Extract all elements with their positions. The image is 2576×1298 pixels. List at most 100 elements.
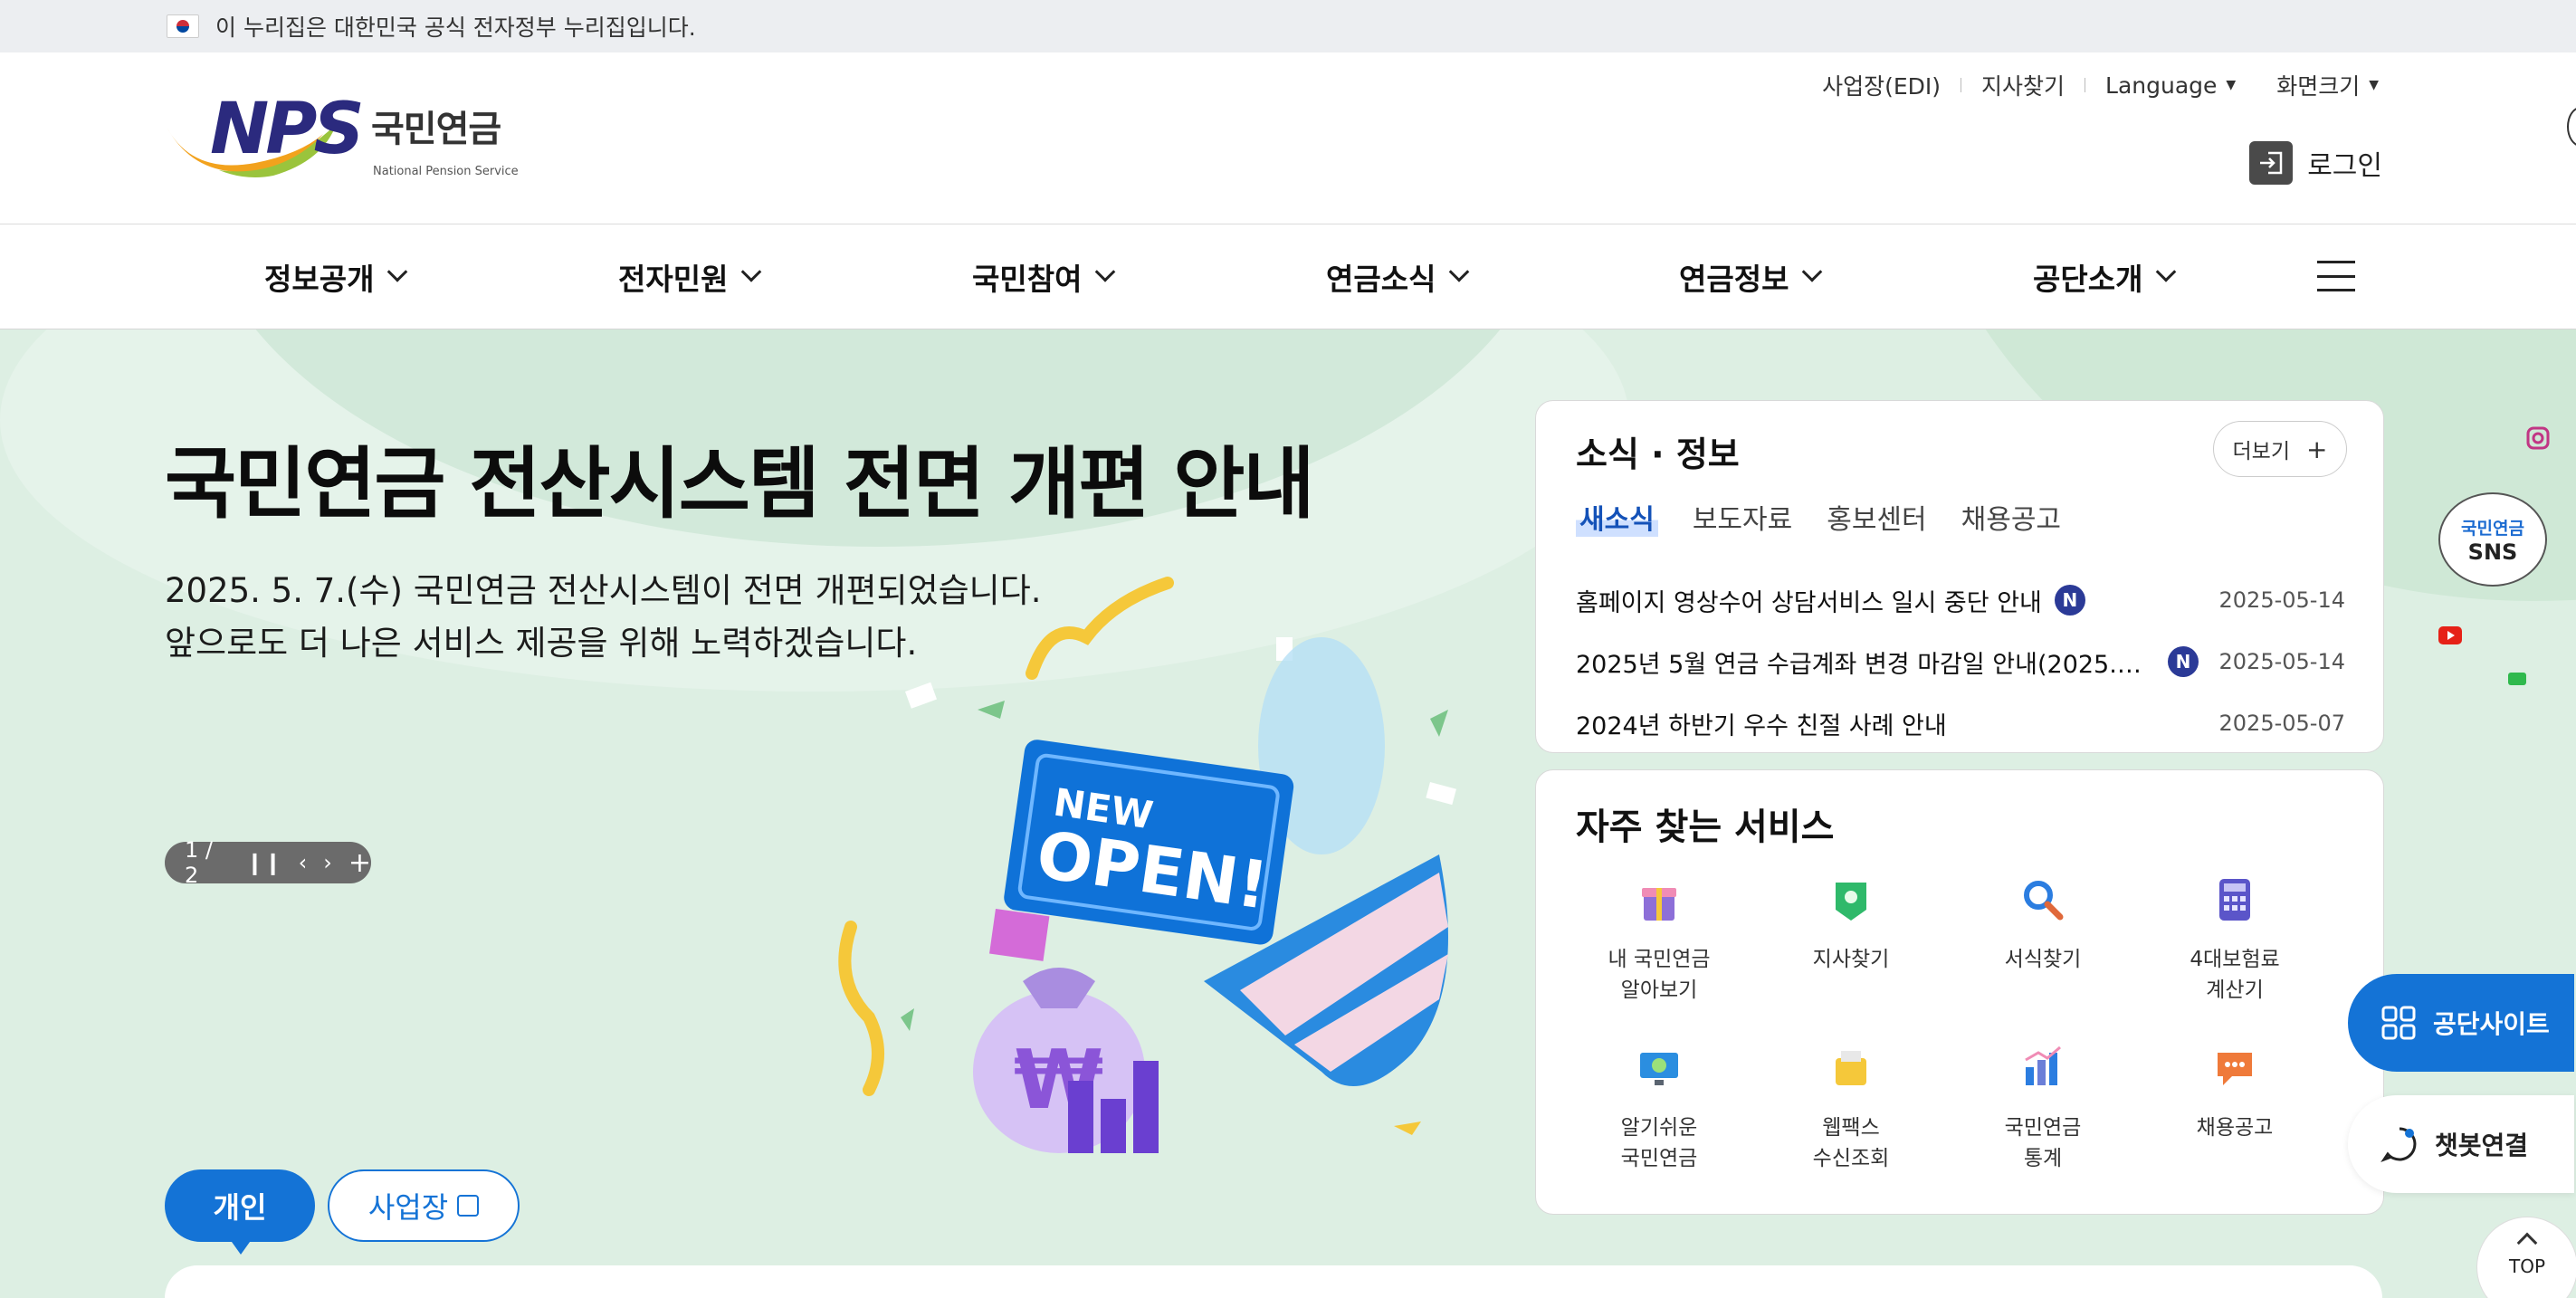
login-button[interactable]: 로그인 [2249, 141, 2382, 185]
logo-korean-name: 국민연금 [371, 109, 501, 150]
tab-business[interactable]: 사업장 [328, 1169, 520, 1242]
chevron-down-icon [1802, 262, 1823, 282]
external-link-icon [457, 1195, 480, 1217]
plus-icon[interactable]: + [348, 847, 371, 879]
login-label: 로그인 [2307, 150, 2382, 182]
news-item[interactable]: 홈페이지 영상수어 상담서비스 일시 중단 안내 N 2025-05-14 [1576, 569, 2345, 631]
nav-item-pension-news[interactable]: 연금소식 [1326, 224, 1470, 329]
bar-chart-icon [2025, 1045, 2061, 1085]
news-item-title: 2025년 5월 연금 수급계좌 변경 마감일 안내(2025.5.23.) [1576, 650, 2155, 679]
gov-banner: 이 누리집은 대한민국 공식 전자정부 누리집입니다. [0, 0, 2576, 52]
top-label: TOP [2508, 1255, 2546, 1277]
grid-icon [2381, 1006, 2416, 1040]
chatbot-icon [2380, 1127, 2417, 1163]
service-insurance-calculator[interactable]: 4대보험료 계산기 [2139, 872, 2331, 1031]
instagram-icon[interactable] [2525, 425, 2551, 451]
new-open-illustration: NEW OPEN! ₩ [838, 577, 1456, 1153]
news-item[interactable]: 2025년 5월 연금 수급계좌 변경 마감일 안내(2025.5.23.) N… [1576, 631, 2345, 692]
speech-bubble-icon [2218, 1053, 2252, 1085]
nav-item-participation[interactable]: 국민참여 [972, 224, 1116, 329]
service-my-pension[interactable]: 내 국민연금 알아보기 [1563, 872, 1755, 1031]
sns-label-top: 국민연금 [2461, 518, 2524, 539]
news-item-title: 홈페이지 영상수어 상담서비스 일시 중단 안내 [1576, 588, 2042, 617]
plus-icon: + [2306, 434, 2328, 464]
prev-slide-icon[interactable]: ‹ [299, 850, 308, 875]
tab-business-label: 사업장 [367, 1190, 449, 1225]
sns-button[interactable]: 국민연금 SNS [2438, 492, 2547, 587]
services-title: 자주 찾는 서비스 [1576, 806, 1835, 848]
utility-menu: 사업장(EDI) 지사찾기 Language ▼ 화면크기 ▼ [1822, 69, 2379, 101]
nav-item-e-civil[interactable]: 전자민원 [618, 224, 762, 329]
news-title: 소식 · 정보 [1576, 434, 1740, 474]
slide-pager: 1 / 2 ❙❙ ‹ › + [165, 837, 371, 888]
font-size-select[interactable]: 화면크기 ▼ [2276, 69, 2379, 101]
new-badge: N [2168, 646, 2199, 677]
agency-sites-button[interactable]: 공단사이트 [2348, 974, 2574, 1072]
tab-recruit[interactable]: 채용공고 [1961, 497, 2061, 537]
sns-label-bottom: SNS [2467, 539, 2518, 565]
new-badge: N [2054, 585, 2085, 616]
quick-panel [165, 1265, 2382, 1298]
service-label: 4대보험료 계산기 [2190, 948, 2280, 1002]
news-item[interactable]: 2024년 하반기 우수 친절 사례 안내 2025-05-07 [1576, 692, 2345, 754]
next-slide-icon[interactable]: › [323, 850, 332, 875]
nps-logo[interactable]: NPS 국민연금 National Pension Service [165, 89, 527, 179]
arrow-up-icon [2516, 1232, 2538, 1254]
agency-sites-label: 공단사이트 [2433, 1009, 2550, 1039]
more-button[interactable]: 더보기 + [2213, 421, 2347, 477]
logo-nps-text: NPS [210, 89, 365, 170]
news-item-date: 2025-05-07 [2218, 711, 2345, 736]
tab-press[interactable]: 보도자료 [1693, 497, 1792, 537]
location-pin-icon [1836, 883, 1866, 921]
chat-icon[interactable] [2507, 672, 2527, 686]
magnifier-icon [2024, 881, 2064, 921]
news-item-date: 2025-05-14 [2218, 587, 2345, 613]
youtube-icon[interactable] [2437, 625, 2464, 646]
tab-promotion[interactable]: 홍보센터 [1827, 497, 1926, 537]
caret-down-icon: ▼ [2369, 78, 2379, 92]
gift-icon [1642, 888, 1676, 921]
service-easy-pension[interactable]: 알기쉬운 국민연금 [1563, 1040, 1755, 1199]
login-icon [2249, 141, 2294, 185]
service-label: 지사찾기 [1812, 948, 1890, 971]
service-label: 알기쉬운 국민연금 [1620, 1116, 1698, 1170]
chatbot-label: 챗봇연결 [2435, 1131, 2529, 1160]
nav-label: 연금소식 [1326, 262, 1436, 297]
tab-new-news[interactable]: 새소식 [1576, 497, 1658, 537]
service-label: 국민연금 통계 [2004, 1116, 2082, 1170]
service-web-fax[interactable]: 웹팩스 수신조회 [1755, 1040, 1947, 1199]
chevron-down-icon [2156, 262, 2177, 282]
calculator-icon [2219, 879, 2250, 921]
branch-search-link[interactable]: 지사찾기 [1981, 69, 2065, 101]
service-branch-search[interactable]: 지사찾기 [1755, 872, 1947, 1031]
chatbot-button[interactable]: 챗봇연결 [2348, 1095, 2574, 1193]
nav-label: 정보공개 [264, 262, 375, 297]
service-recruit[interactable]: 채용공고 [2139, 1040, 2331, 1199]
news-tabs: 새소식 보도자료 홍보센터 채용공고 [1576, 497, 2095, 537]
service-label: 웹팩스 수신조회 [1812, 1116, 1890, 1170]
nav-label: 전자민원 [618, 262, 729, 297]
nav-label: 연금정보 [1679, 262, 1789, 297]
services-card: 자주 찾는 서비스 내 국민연금 알아보기 지사찾기 서식찾기 4대보험료 계산… [1535, 769, 2384, 1215]
chevron-down-icon [1095, 262, 1116, 282]
service-form-search[interactable]: 서식찾기 [1947, 872, 2139, 1031]
site-header: NPS 국민연금 National Pension Service 사업장(ED… [0, 52, 2576, 224]
fax-icon [1836, 1051, 1866, 1085]
service-label: 채용공고 [2196, 1116, 2274, 1140]
news-item-title: 2024년 하반기 우수 친절 사례 안내 [1576, 711, 1947, 740]
pause-icon[interactable]: ❙❙ [245, 850, 281, 875]
edi-link[interactable]: 사업장(EDI) [1822, 69, 1941, 101]
nav-item-pension-info[interactable]: 연금정보 [1679, 224, 1823, 329]
hamburger-menu-icon[interactable] [2317, 261, 2355, 291]
nav-label: 공단소개 [2033, 262, 2143, 297]
nav-item-about[interactable]: 공단소개 [2033, 224, 2177, 329]
service-statistics[interactable]: 국민연금 통계 [1947, 1040, 2139, 1199]
language-select[interactable]: Language ▼ [2105, 72, 2236, 99]
more-label: 더보기 [2232, 440, 2290, 463]
services-grid: 내 국민연금 알아보기 지사찾기 서식찾기 4대보험료 계산기 알기쉬운 국민연… [1563, 872, 2333, 1199]
korea-flag-icon [167, 14, 199, 38]
tab-personal[interactable]: 개인 [165, 1169, 315, 1255]
nav-item-info-disclosure[interactable]: 정보공개 [264, 224, 408, 329]
news-card: 소식 · 정보 더보기 + 새소식 보도자료 홍보센터 채용공고 홈페이지 영상… [1535, 400, 2384, 753]
service-label: 내 국민연금 알아보기 [1608, 948, 1711, 1002]
